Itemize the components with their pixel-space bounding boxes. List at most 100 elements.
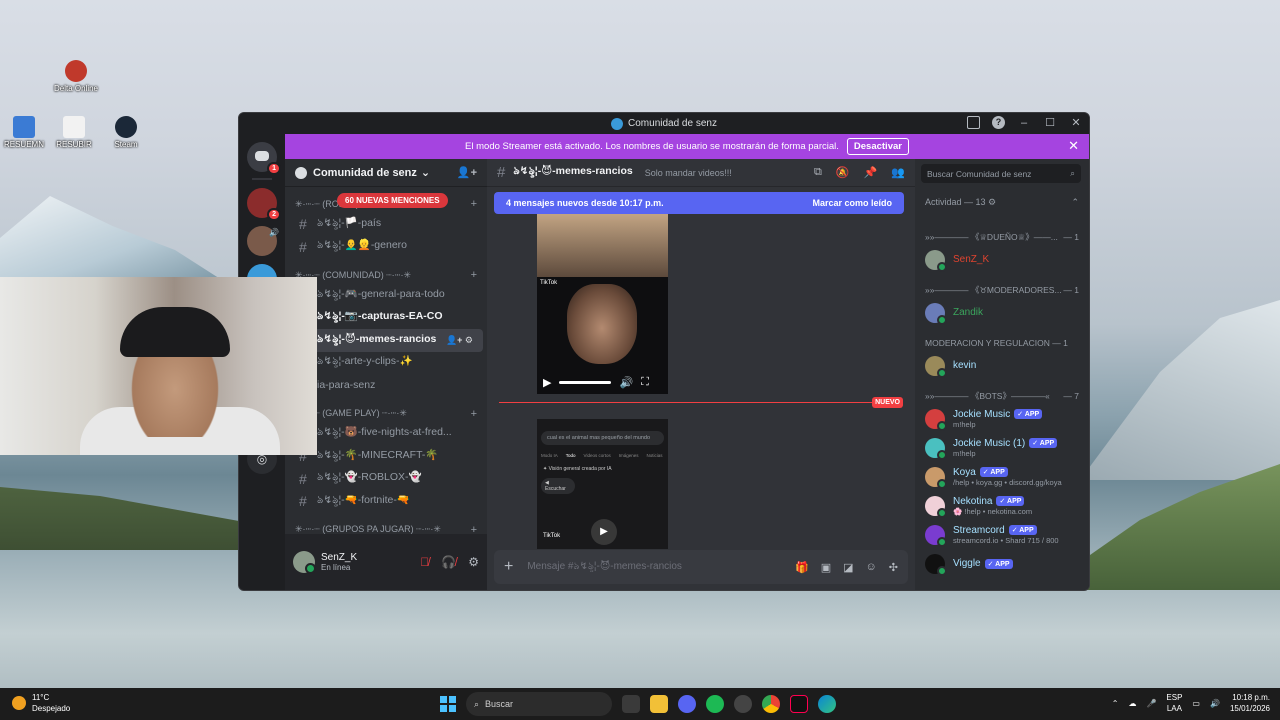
chrome-icon[interactable] (762, 695, 780, 713)
fullscreen-icon[interactable]: ⛶ (641, 376, 649, 389)
emoji-icon[interactable]: ☺ (866, 561, 877, 574)
close-window-button[interactable]: ✕ (1069, 116, 1083, 129)
sticker-icon[interactable]: ◪ (843, 561, 853, 574)
close-banner-icon[interactable]: ✕ (1068, 138, 1079, 154)
member-item[interactable]: Zandik (915, 298, 1089, 327)
headphones-deafened-icon[interactable]: 🎧̸ (441, 555, 456, 569)
member-list-icon[interactable]: 👥 (891, 166, 905, 179)
taskbar-search[interactable]: ⌕ Buscar (466, 692, 612, 716)
avatar[interactable] (293, 551, 316, 574)
gear-icon[interactable]: ⚙ (468, 555, 479, 569)
channel-item[interactable]: #ঌ↯ৡ¦-📷-capturas-EA-CO (289, 307, 483, 330)
search-placeholder: Buscar Comunidad de senz (927, 168, 1032, 179)
notification-muted-icon[interactable]: 🔕 (836, 166, 850, 179)
category-label: ✳·ⵈ·┈ (GRUPOS PA JUGAR) ┈·ⵈ·✳ (295, 524, 441, 534)
progress-bar[interactable] (559, 380, 612, 384)
apps-icon[interactable]: ✣ (889, 561, 898, 574)
create-channel-icon[interactable]: + (471, 408, 477, 420)
channel-item[interactable]: #ঌ↯ৡ¦-🐻-five-nights-at-fred... (289, 423, 483, 446)
server-icon[interactable]: 2 (247, 188, 281, 221)
chevron-up-icon[interactable]: ⌃ (1112, 699, 1119, 708)
wallpaper-mountain-right (1080, 300, 1280, 480)
play-icon[interactable]: ▶ (543, 376, 551, 389)
start-button[interactable] (440, 696, 456, 712)
file-explorer-icon[interactable] (650, 695, 668, 713)
video-attachment[interactable]: cual es el animal mas pequeño del mundo … (537, 419, 668, 549)
spotify-icon[interactable] (706, 695, 724, 713)
member-item[interactable]: Nekotina ✓ APP 🌸 !help • nekotina.com (915, 491, 1089, 520)
task-view-icon[interactable] (622, 695, 640, 713)
video-listen-chip: ◀ Escuchar (541, 478, 575, 494)
channel-item[interactable]: #ia-para-senz (289, 374, 483, 397)
member-item[interactable]: SenZ_K (915, 245, 1089, 274)
direct-messages-button[interactable]: 1 (247, 142, 281, 175)
member-item[interactable]: kevin (915, 351, 1089, 380)
new-messages-bar[interactable]: 4 mensajes nuevos desde 10:17 p.m. Marca… (494, 192, 904, 214)
edge-icon[interactable] (818, 695, 836, 713)
desktop-icon-delta[interactable]: Delta Online (48, 60, 104, 93)
mic-muted-icon[interactable]: 🎙̸ (420, 555, 429, 569)
group-label: MODERACION Y REGULACION — 1 (925, 338, 1068, 348)
channel-settings-icon[interactable]: 👤+ ⚙ (446, 335, 473, 346)
search-input[interactable]: Buscar Comunidad de senz ⌕ (921, 164, 1081, 183)
clock[interactable]: 10:18 p.m. 15/01/2026 (1230, 692, 1270, 714)
video-search-tabs: Modo IA Todo Videos cortos Imágenes Noticias (541, 453, 664, 458)
channel-item[interactable]: # ঌ↯ৡ¦-🏳️-país (289, 213, 483, 236)
member-item[interactable]: Streamcord ✓ APP streamcord.io • Shard 715… (915, 520, 1089, 549)
tiktok-icon[interactable] (790, 695, 808, 713)
network-app-icon[interactable]: ☁ (1128, 699, 1136, 708)
maximize-button[interactable]: ☐ (1043, 116, 1057, 129)
create-channel-icon[interactable]: + (471, 198, 477, 210)
channel-item[interactable]: #ঌ↯ৡ¦-😈-memes-rancios👤+ ⚙ (289, 329, 483, 352)
minimize-button[interactable]: – (1017, 117, 1031, 129)
channel-topic[interactable]: Solo mandar videos!!! (645, 168, 732, 178)
add-attachment-icon[interactable]: + (504, 558, 513, 576)
volume-icon[interactable]: 🔊 (619, 376, 633, 389)
member-item[interactable]: Jockie Music ✓ APP m!help (915, 404, 1089, 433)
channel-item[interactable]: # ঌ↯ৡ¦-🔫-fortnite-🔫 (289, 490, 483, 513)
create-channel-icon[interactable]: + (471, 269, 477, 281)
desktop-icon-steam[interactable]: Steam (98, 116, 154, 149)
discord-taskbar-icon[interactable] (678, 695, 696, 713)
activity-header[interactable]: Actividad — 13 ⚙ ⌃ (925, 197, 1079, 208)
pin-icon[interactable]: 📌 (864, 166, 878, 179)
invite-people-icon[interactable]: 👤+ (457, 166, 477, 179)
play-icon[interactable]: ▶ (591, 519, 617, 545)
channel-item[interactable]: # ঌ↯ৡ¦-👻-ROBLOX-👻 (289, 468, 483, 491)
channel-item[interactable]: #ঌ↯ৡ¦-🎮-general-para-todo (289, 284, 483, 307)
message-composer[interactable]: + Mensaje #ঌ↯ৡ¦-😈-memes-rancios 🎁 ▣ ◪ ☺ … (494, 550, 908, 584)
weather-widget[interactable]: 11°C Despejado (12, 692, 70, 714)
threads-icon[interactable]: ⧉ (814, 166, 822, 179)
volume-icon[interactable]: 🔊 (1210, 699, 1220, 708)
channel-category[interactable]: ✳·ⵈ·┈ (GRUPOS PA JUGAR) ┈·ⵈ·✳ + (285, 521, 487, 535)
server-header[interactable]: Comunidad de senz ⌄ 👤+ (285, 159, 487, 187)
server-avatar-icon (611, 117, 624, 130)
channel-item[interactable]: #ঌ↯ৡ¦-arte-y-clips-✨ (289, 352, 483, 375)
mark-as-read-button[interactable]: Marcar como leído (812, 198, 892, 208)
member-name: Jockie Music (953, 408, 1011, 420)
channel-item[interactable]: # ঌ↯ৡ¦-🌴-MINECRAFT-🌴 (289, 445, 483, 468)
desktop-icon-resuemn[interactable]: RESUEMN (0, 116, 52, 149)
member-item[interactable]: Koya ✓ APP/help • koya.gg • discord.gg/ko… (915, 462, 1089, 491)
mic-icon[interactable]: 🎤 (1146, 699, 1156, 708)
desktop-icon-resubir[interactable]: RESUBIR (46, 116, 102, 149)
video-attachment[interactable]: TikTok ▶ 🔊 ⛶ (537, 214, 668, 394)
gif-icon[interactable]: ▣ (821, 561, 831, 574)
member-activity: /help • koya.gg • discord.gg/koya (953, 477, 1062, 487)
display-icon[interactable]: ▭ (1192, 699, 1200, 708)
help-icon[interactable]: ? (992, 116, 1005, 129)
member-item[interactable]: Jockie Music (1) ✓ APP m!help (915, 433, 1089, 462)
gift-icon[interactable]: 🎁 (795, 561, 809, 574)
app-badge: ✓ APP (1008, 525, 1037, 535)
inbox-icon[interactable] (967, 116, 980, 129)
create-channel-icon[interactable]: + (471, 524, 477, 535)
message-input[interactable]: Mensaje #ঌ↯ৡ¦-😈-memes-rancios (527, 559, 682, 576)
deactivate-streamer-button[interactable]: Desactivar (846, 138, 909, 155)
input-language[interactable]: ESP LAA (1166, 692, 1182, 714)
channel-name: ঌ↯ৡ¦-👻-ROBLOX-👻 (317, 471, 422, 484)
new-mentions-pill[interactable]: 60 NUEVAS MENCIONES (337, 193, 448, 208)
member-item[interactable]: Viggle ✓ APP (915, 549, 1089, 578)
app-icon[interactable] (734, 695, 752, 713)
server-icon[interactable]: 🔊 (247, 226, 279, 256)
channel-item[interactable]: # ঌ↯ৡ¦-👨‍🦲👱-genero (289, 236, 483, 259)
